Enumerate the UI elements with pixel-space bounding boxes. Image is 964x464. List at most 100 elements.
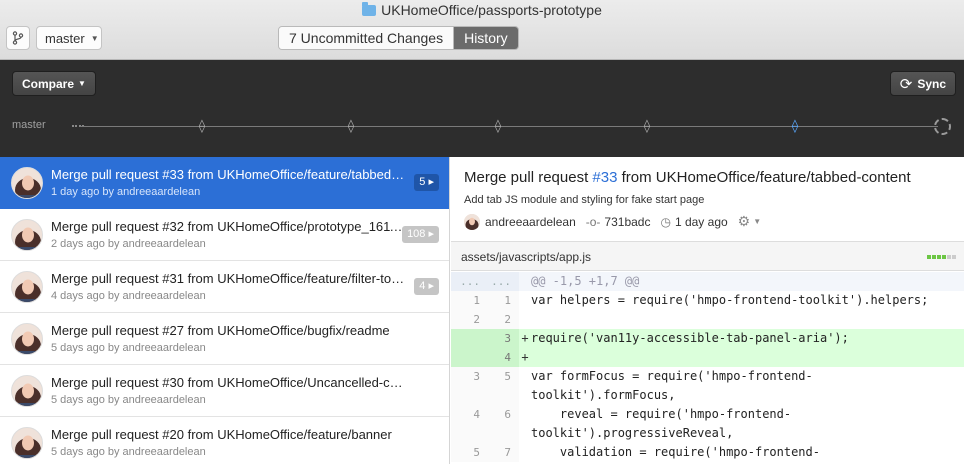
branch-select[interactable]: master ▼ [36,26,102,50]
diff-code: var helpers = require('hmpo-frontend-too… [531,293,929,307]
commit-detail: Merge pull request #33 from UKHomeOffice… [451,157,964,464]
tab-uncommitted-changes[interactable]: 7 Uncommitted Changes [279,27,455,49]
merge-marker-icon[interactable]: ⟠ [640,118,654,134]
caret-down-icon[interactable]: ▼ [753,217,761,226]
commit-row[interactable]: Merge pull request #33 from UKHomeOffice… [0,157,449,209]
avatar [11,167,43,199]
diff-line: toolkit').progressiveReveal, [451,424,964,443]
merge-marker-icon[interactable]: ⟠ [344,118,358,134]
old-line-number: 5 [451,443,488,462]
commit-title: Merge pull request #27 from UKHomeOffice… [51,323,390,338]
commit-file-count-badge[interactable]: 4 ▸ [414,278,439,295]
commit-title: Merge pull request #20 from UKHomeOffice… [51,427,392,442]
merge-marker-icon[interactable]: ⟠ [195,118,209,134]
diff-line: toolkit').formFocus, [451,386,964,405]
diff-line: 5 7 validation = require('hmpo-frontend- [451,443,964,462]
diffstat-neutral [952,255,956,259]
diff-line: 1 1 var helpers = require('hmpo-frontend… [451,291,964,310]
avatar [11,323,43,355]
diff-code: reveal = require('hmpo-frontend- [531,407,792,421]
old-line-number: 1 [451,291,488,310]
commit-description: Add tab JS module and styling for fake s… [464,194,705,206]
merge-marker-selected-icon[interactable]: ⟠ [788,118,802,134]
commit-row[interactable]: Merge pull request #31 from UKHomeOffice… [0,261,449,313]
diff-sign [519,424,531,443]
merge-marker-icon[interactable]: ⟠ [491,118,505,134]
commit-title: Merge pull request #31 from UKHomeOffice… [51,271,406,286]
diffstat [927,255,956,259]
diff-sign [519,386,531,405]
compare-button[interactable]: Compare ▼ [12,71,96,96]
commit-row[interactable]: Merge pull request #27 from UKHomeOffice… [0,313,449,365]
gear-icon[interactable]: ⚙ [738,213,751,230]
folder-icon [362,2,377,16]
diff-sign [519,443,531,462]
diff-code: require('van11y-accessible-tab-panel-ari… [531,331,849,345]
new-line-number: 4 [488,348,519,367]
diffstat-added [932,255,936,259]
commit-file-count-badge[interactable]: 108 ▸ [402,226,439,243]
branch-timeline: Compare ▼ ⟳ Sync master ⟠ ⟠ ⟠ ⟠ ⟠ [0,60,964,157]
old-line-number: 2 [451,310,488,329]
diff-line: 4 6 reveal = require('hmpo-frontend- [451,405,964,424]
diff-line: 2 2 [451,310,964,329]
timeline-head-node[interactable] [934,118,951,135]
commit-title: Merge pull request #30 from UKHomeOffice… [51,375,406,390]
diff-sign [519,310,531,329]
file-header[interactable]: assets/javascripts/app.js [451,241,964,271]
clock-icon: ◷ [660,214,671,229]
commit-meta-bar: andreeaardelean -o- 731badc ◷ 1 day ago … [464,213,761,230]
commit-author: andreeaardelean [485,214,576,229]
commit-meta: 1 day ago by andreeaardelean [51,186,201,198]
commit-meta: 5 days ago by andreeaardelean [51,446,206,458]
branch-toggle-button[interactable] [6,26,30,50]
diff-sign [519,291,531,310]
commit-row[interactable]: Merge pull request #20 from UKHomeOffice… [0,417,449,464]
diffstat-neutral [947,255,951,259]
new-line-number: 1 [488,291,519,310]
old-line-number [451,329,488,348]
new-line-number [488,424,519,443]
new-line-number [488,386,519,405]
view-tabs: 7 Uncommitted Changes History [278,26,519,50]
new-line-number: 7 [488,443,519,462]
diffstat-added [942,255,946,259]
commit-file-count-badge[interactable]: 5 ▸ [414,174,439,191]
pull-request-link[interactable]: #33 [592,169,617,186]
caret-down-icon: ▼ [78,79,86,88]
timeline-branch-label: master [12,119,46,131]
tab-history[interactable]: History [454,27,518,49]
old-line-number [451,386,488,405]
avatar [11,219,43,251]
new-line-number: 6 [488,405,519,424]
commit-meta: 4 days ago by andreeaardelean [51,290,206,302]
diff-view: ... ... @@ -1,5 +1,7 @@ 1 1 var helpers … [451,272,964,462]
diff-sign [519,367,531,386]
old-line-number [451,348,488,367]
diff-code: toolkit').formFocus, [531,388,676,402]
new-line-number: 3 [488,329,519,348]
commit-row[interactable]: Merge pull request #30 from UKHomeOffice… [0,365,449,417]
diff-hunk-header: ... ... @@ -1,5 +1,7 @@ [451,272,964,291]
old-line-number [451,424,488,443]
diff-code: var formFocus = require('hmpo-frontend- [531,369,813,383]
sync-icon: ⟳ [899,75,913,93]
old-line-number: ... [451,272,488,291]
commit-title: Merge pull request #32 from UKHomeOffice… [51,219,406,234]
diff-sign: + [521,331,529,345]
diff-sign: + [521,350,529,364]
new-line-number: 5 [488,367,519,386]
commit-row[interactable]: Merge pull request #32 from UKHomeOffice… [0,209,449,261]
sync-button[interactable]: ⟳ Sync [889,71,956,96]
commit-meta: 5 days ago by andreeaardelean [51,342,206,354]
commit-title: Merge pull request #33 from UKHomeOffice… [51,167,406,182]
diff-code: validation = require('hmpo-frontend- [531,445,820,459]
hunk-header-text: @@ -1,5 +1,7 @@ [531,274,640,288]
commit-sha[interactable]: 731badc [604,215,650,229]
diff-line-added: 4 + [451,348,964,367]
title-bar: UKHomeOffice/passports-prototype master … [0,0,964,60]
file-path: assets/javascripts/app.js [461,250,592,264]
avatar [11,271,43,303]
commit-meta: 5 days ago by andreeaardelean [51,394,206,406]
new-line-number: ... [488,272,519,291]
